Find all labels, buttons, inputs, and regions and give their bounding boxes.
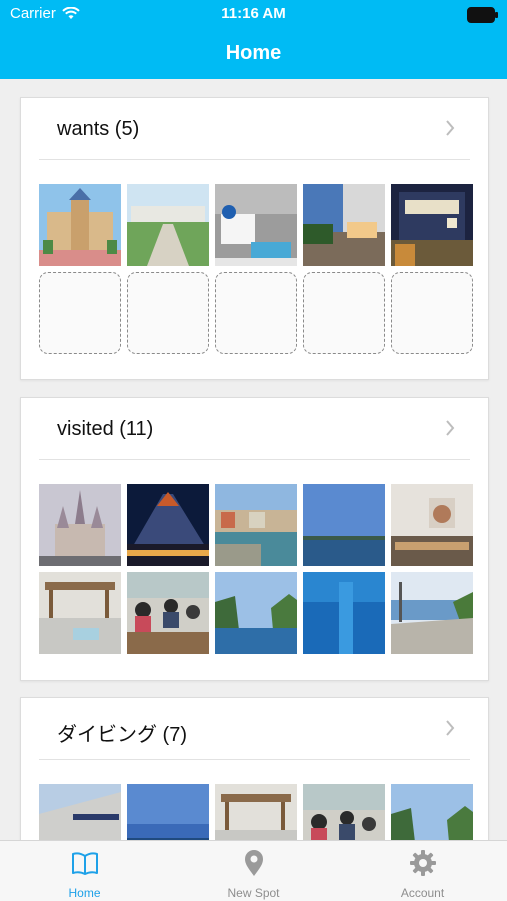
section-header-diving[interactable]: ダイビング (7)	[21, 698, 488, 758]
divider	[39, 459, 470, 460]
section-card-wants: wants (5)	[20, 97, 489, 380]
tab-new-spot[interactable]: New Spot	[169, 841, 338, 901]
photo-thumbnail[interactable]	[391, 184, 473, 266]
photo-thumbnail[interactable]	[127, 484, 209, 566]
photo-thumbnail[interactable]	[215, 184, 297, 266]
photo-thumbnail[interactable]	[39, 484, 121, 566]
photo-thumbnail[interactable]	[215, 784, 297, 840]
section-card-diving: ダイビング (7)	[20, 697, 489, 840]
photo-thumbnail[interactable]	[127, 572, 209, 654]
battery-icon	[467, 7, 498, 23]
photo-thumbnail[interactable]	[127, 184, 209, 266]
photo-thumbnail[interactable]	[39, 784, 121, 840]
divider	[39, 159, 470, 160]
divider	[39, 759, 470, 760]
photo-thumbnail[interactable]	[391, 784, 473, 840]
navigation-bar: Home	[0, 28, 507, 79]
photo-thumbnail[interactable]	[303, 184, 385, 266]
section-header-wants[interactable]: wants (5)	[21, 98, 488, 158]
tab-label: New Spot	[227, 886, 280, 900]
status-time: 11:16 AM	[221, 5, 286, 22]
tab-label: Home	[68, 886, 101, 900]
photo-thumbnail[interactable]	[215, 572, 297, 654]
empty-photo-slot[interactable]	[391, 272, 473, 354]
tab-bar: Home New Spot Account	[0, 840, 507, 901]
photo-thumbnail[interactable]	[215, 484, 297, 566]
page-title: Home	[225, 42, 282, 64]
book-icon	[72, 852, 98, 875]
photo-thumbnail[interactable]	[127, 784, 209, 840]
content-scroll[interactable]: wants (5) visited (11) ダイビング (7)	[0, 79, 507, 840]
photo-thumbnail[interactable]	[391, 572, 473, 654]
section-title: visited (11)	[57, 418, 154, 440]
chevron-right-icon	[446, 420, 455, 436]
empty-photo-slot[interactable]	[127, 272, 209, 354]
photo-thumbnail[interactable]	[303, 484, 385, 566]
empty-photo-slot[interactable]	[215, 272, 297, 354]
chevron-right-icon	[446, 120, 455, 136]
photo-thumbnail[interactable]	[303, 784, 385, 840]
photo-thumbnail[interactable]	[39, 572, 121, 654]
status-bar: Carrier 11:16 AM	[0, 0, 507, 28]
section-card-visited: visited (11)	[20, 397, 489, 681]
photo-thumbnail[interactable]	[391, 484, 473, 566]
section-title: ダイビング (7)	[57, 724, 187, 746]
tab-label: Account	[400, 886, 445, 900]
photo-thumbnail[interactable]	[303, 572, 385, 654]
gear-icon	[410, 850, 436, 876]
tab-home[interactable]: Home	[0, 841, 169, 901]
empty-photo-slot[interactable]	[39, 272, 121, 354]
photo-thumbnail[interactable]	[39, 184, 121, 266]
tab-account[interactable]: Account	[338, 841, 507, 901]
section-header-visited[interactable]: visited (11)	[21, 398, 488, 458]
chevron-right-icon	[446, 720, 455, 736]
section-title: wants (5)	[57, 118, 140, 140]
location-pin-icon	[245, 850, 263, 876]
empty-photo-slot[interactable]	[303, 272, 385, 354]
